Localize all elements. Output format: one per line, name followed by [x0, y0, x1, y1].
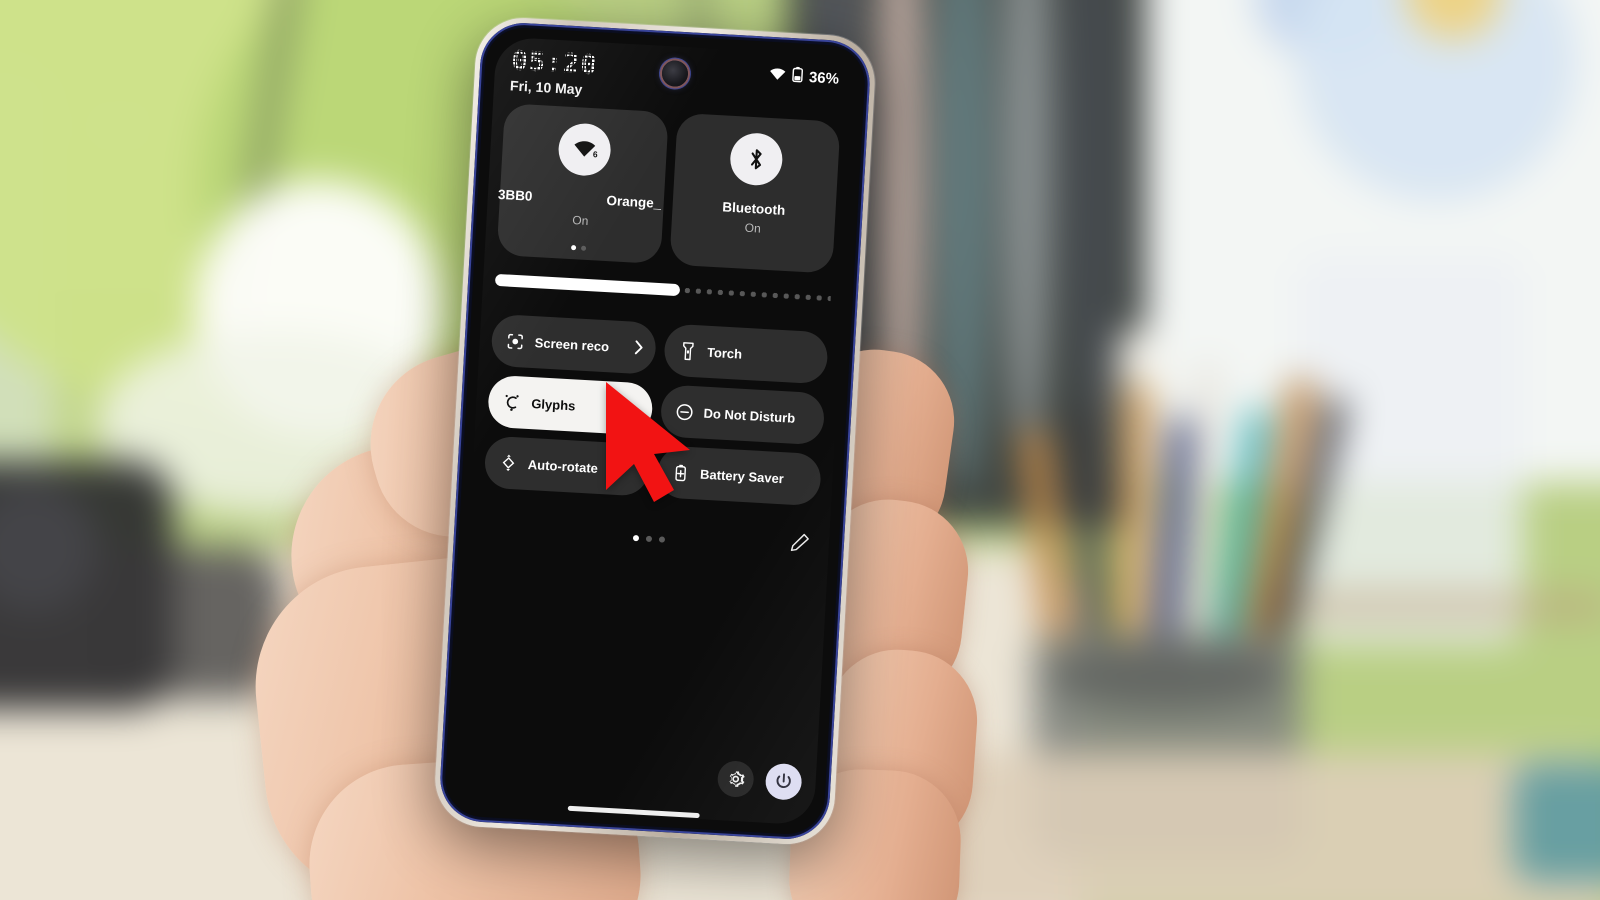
svg-text:6: 6 — [592, 149, 598, 159]
brightness-fill — [494, 273, 681, 297]
power-icon[interactable] — [764, 762, 803, 801]
internet-tile-pager — [497, 241, 661, 255]
tile-auto-rotate-label: Auto-rotate — [527, 456, 599, 476]
bluetooth-tile-label: Bluetooth — [721, 199, 786, 218]
tile-glyphs-label: Glyphs — [530, 395, 576, 414]
bluetooth-tile-state: On — [744, 220, 762, 236]
clock-text: 05:20 — [510, 44, 599, 81]
tile-battery-saver-label: Battery Saver — [699, 466, 785, 486]
wifi-icon — [769, 66, 787, 84]
gear-icon[interactable] — [716, 760, 755, 799]
tile-torch-label: Torch — [706, 344, 743, 362]
mouse-pointer — [598, 378, 708, 508]
flashlight-icon — [678, 341, 698, 361]
tile-torch[interactable]: Torch — [662, 323, 829, 385]
panel-footer-buttons — [716, 760, 803, 801]
tile-screen-record-label: Screen reco — [534, 334, 610, 354]
battery-icon — [791, 66, 803, 87]
tile-screen-record[interactable]: Screen reco — [490, 313, 657, 375]
internet-tile-labels: 3BB0 Orange_ — [497, 186, 664, 211]
chevron-right-icon[interactable] — [634, 340, 644, 359]
internet-ssid-left: 3BB0 — [497, 186, 533, 204]
internet-ssid-right: Orange_ — [606, 192, 662, 211]
quick-settings-pager[interactable] — [459, 525, 839, 552]
glyph-c-icon — [502, 392, 522, 412]
wifi-6-icon: 6 — [556, 122, 612, 178]
internet-tile[interactable]: 6 3BB0 Orange_ On — [496, 103, 669, 265]
record-icon — [505, 331, 525, 351]
status-indicators: 36% — [768, 65, 839, 89]
pencil-icon[interactable] — [788, 531, 813, 556]
battery-percent: 36% — [808, 68, 840, 88]
rotate-icon — [498, 453, 518, 473]
brightness-slider[interactable] — [494, 270, 831, 313]
bluetooth-tile[interactable]: Bluetooth On — [668, 112, 841, 274]
screenshot-scene: 05:20 36% Fri, 10 May 6 3BB0 Orange_ On … — [0, 0, 1600, 900]
home-indicator[interactable] — [567, 805, 700, 819]
bluetooth-icon — [729, 131, 784, 187]
tile-do-not-disturb-label: Do Not Disturb — [703, 405, 796, 426]
status-clock: 05:20 — [510, 44, 599, 81]
big-tiles-row: 6 3BB0 Orange_ On Bluetooth On — [496, 103, 841, 274]
status-date: Fri, 10 May — [509, 77, 583, 98]
internet-tile-state: On — [571, 213, 589, 228]
